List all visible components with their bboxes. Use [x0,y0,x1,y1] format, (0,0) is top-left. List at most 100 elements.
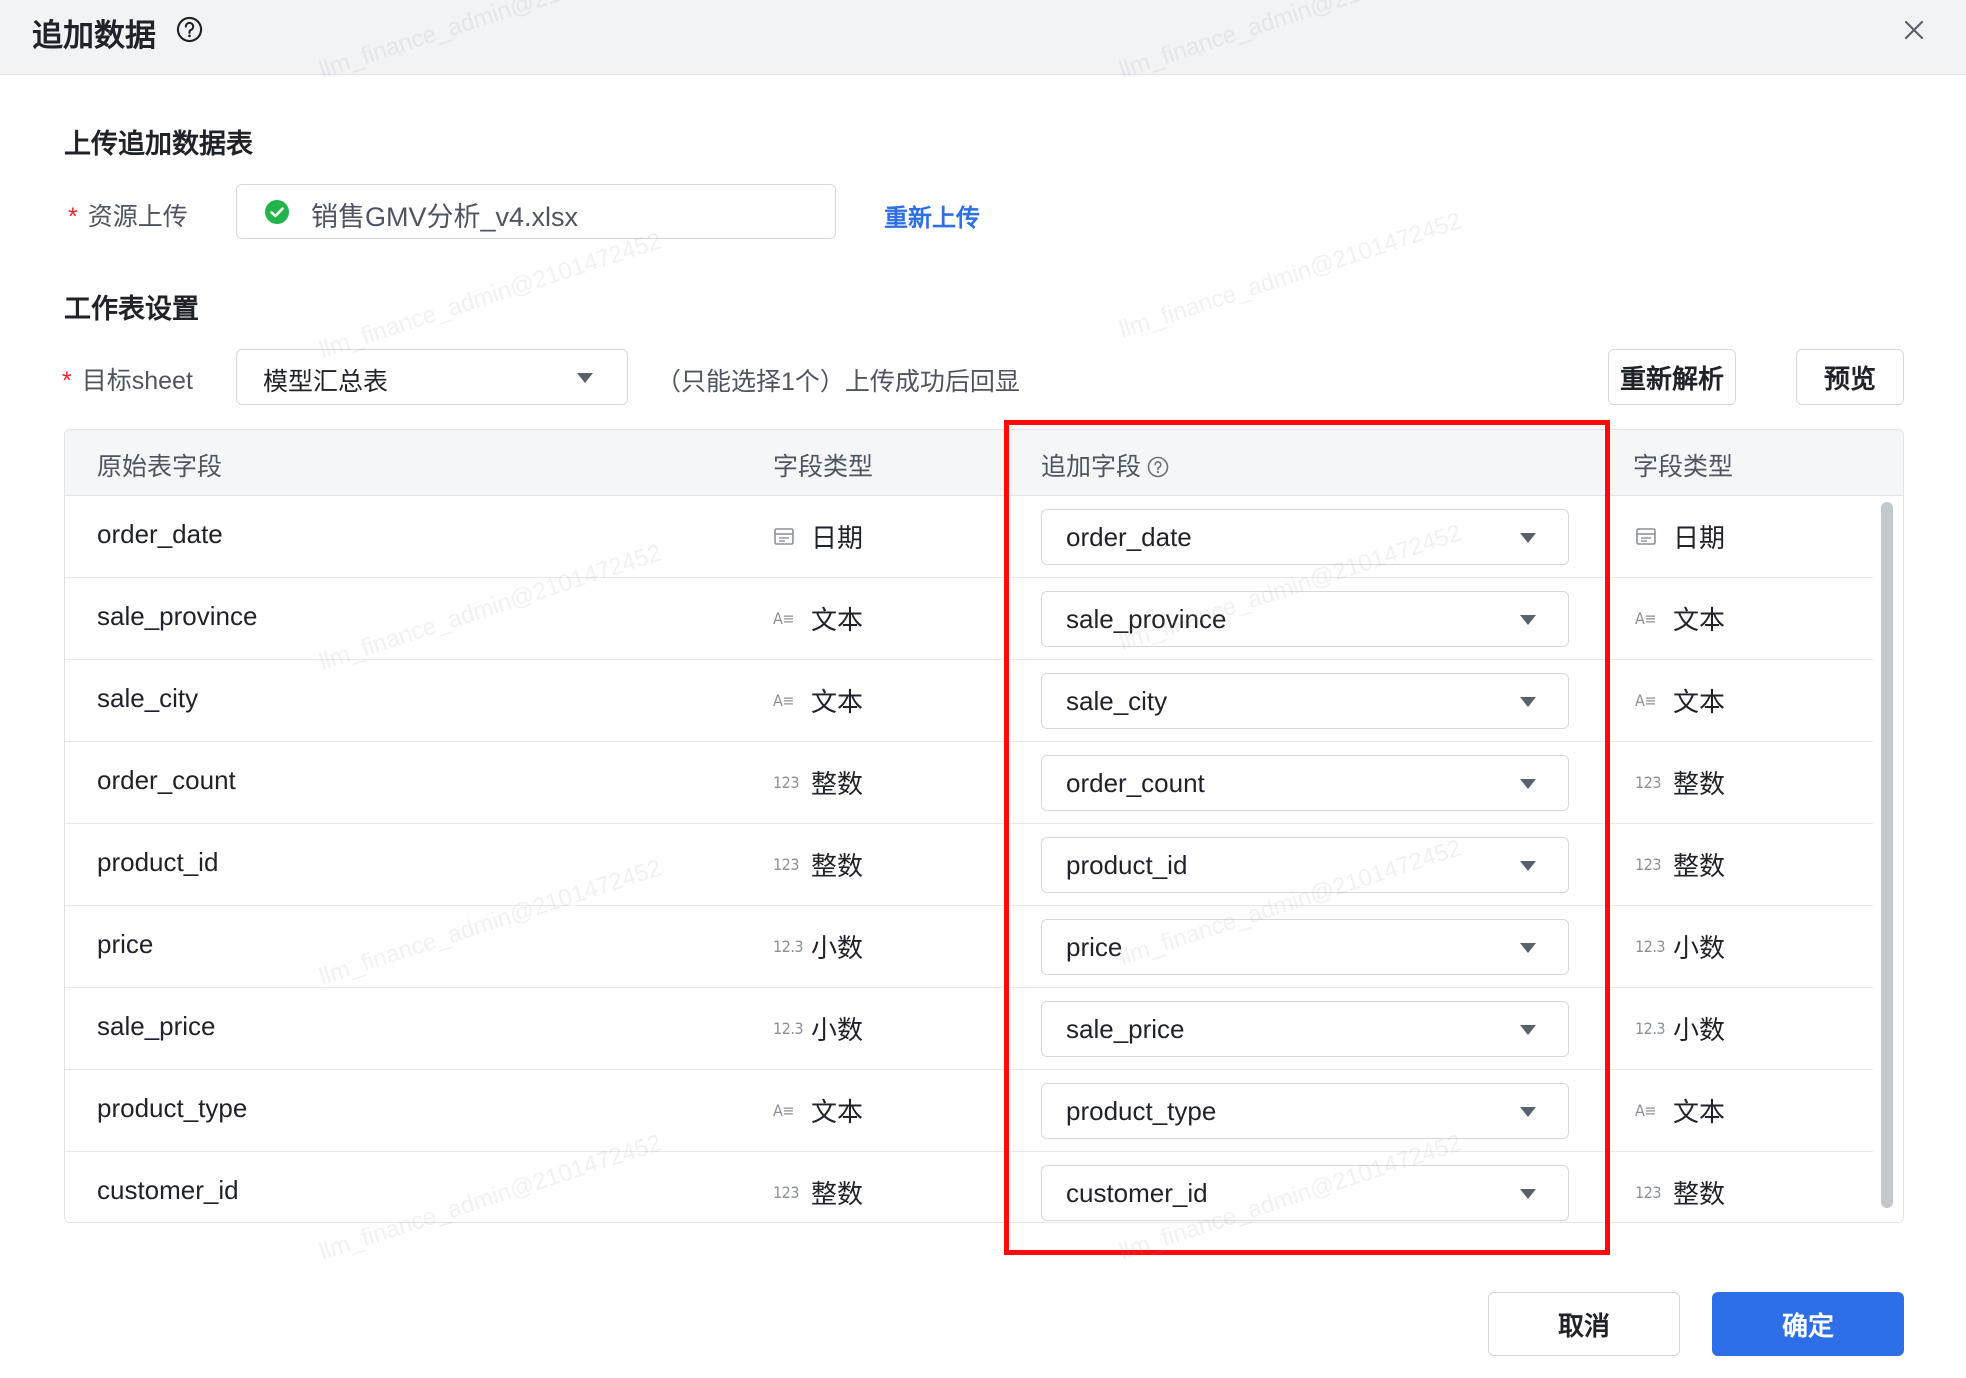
integer-type-icon: 123 [1635,1182,1661,1202]
source-field-type: 12.3 小数 [773,929,863,963]
append-field-select[interactable]: sale_province [1041,591,1569,647]
append-field-select[interactable]: order_date [1041,509,1569,565]
type-label: 整数 [1673,850,1726,881]
watermark-text: llm_finance_admin@2101472452 [316,227,665,364]
close-icon[interactable] [1902,18,1926,42]
reparse-button[interactable]: 重新解析 [1608,349,1736,405]
append-field-value: sale_province [1066,604,1227,634]
table-row: order_date 日期 order_date 日期 [65,496,1873,578]
type-label: 整数 [811,768,864,799]
text-type-icon: A≡ [1635,1100,1656,1120]
target-sheet-select[interactable]: 模型汇总表 [236,349,628,405]
table-row: sale_city A≡ 文本 sale_city A≡ 文本 [65,660,1873,742]
source-field-name: order_date [97,519,223,549]
source-field-type: 12.3 小数 [773,1011,863,1045]
decimal-type-icon: 12.3 [1635,936,1666,956]
source-field-name: customer_id [97,1175,239,1205]
append-field-type: 123 整数 [1635,1175,1725,1209]
type-label: 小数 [1673,1014,1726,1045]
file-name: 销售GMV分析_v4.xlsx [311,202,579,232]
reupload-link[interactable]: 重新上传 [884,198,980,233]
decimal-type-icon: 12.3 [773,936,804,956]
calendar-icon [773,526,801,546]
append-field-type: 12.3 小数 [1635,1011,1725,1045]
source-field-name: price [97,929,154,959]
append-field-type: 123 整数 [1635,765,1725,799]
append-field-value: product_type [1066,1096,1217,1126]
header-source-field: 原始表字段 [97,453,223,481]
help-icon[interactable] [176,16,203,43]
help-icon[interactable] [1147,456,1169,478]
text-type-icon: A≡ [773,608,794,628]
decimal-type-icon: 12.3 [1635,1018,1666,1038]
append-field-select[interactable]: customer_id [1041,1165,1569,1221]
source-field-type: 123 整数 [773,765,863,799]
dialog-header: 追加数据 [0,0,1966,75]
resource-upload-label: * 资源上传 [68,203,188,231]
source-field-name: product_type [97,1093,248,1123]
append-field-value: product_id [1066,850,1188,880]
source-field-name: order_count [97,765,236,795]
append-field-value: price [1066,932,1123,962]
header-source-type: 字段类型 [773,453,874,481]
append-field-type: 日期 [1635,519,1725,553]
append-field-select[interactable]: product_id [1041,837,1569,893]
type-label: 小数 [1673,932,1726,963]
table-row: order_count 123 整数 order_count 123 整数 [65,742,1873,824]
append-field-type: A≡ 文本 [1635,1093,1725,1127]
text-type-icon: A≡ [1635,690,1656,710]
append-field-select[interactable]: sale_city [1041,673,1569,729]
uploaded-file-field: 销售GMV分析_v4.xlsx [236,184,836,239]
table-row: sale_price 12.3 小数 sale_price 12.3 小数 [65,988,1873,1070]
text-type-icon: A≡ [773,1100,794,1120]
preview-button[interactable]: 预览 [1796,349,1904,405]
type-label: 整数 [1673,768,1726,799]
type-label: 文本 [1673,1096,1726,1127]
table-row: customer_id 123 整数 customer_id 123 整数 [65,1152,1873,1222]
table-row: product_id 123 整数 product_id 123 整数 [65,824,1873,906]
append-field-value: sale_city [1066,686,1168,716]
field-mapping-table: 原始表字段 字段类型 追加字段 字段类型 order_date 日期 order_d… [64,429,1904,1223]
append-field-value: order_count [1066,768,1205,798]
append-field-select[interactable]: product_type [1041,1083,1569,1139]
type-label: 小数 [811,1014,864,1045]
text-type-icon: A≡ [1635,608,1656,628]
chevron-down-icon [1520,533,1536,543]
integer-type-icon: 123 [773,1182,799,1202]
type-label: 文本 [811,604,864,635]
chevron-down-icon [577,373,593,383]
append-field-select[interactable]: sale_price [1041,1001,1569,1057]
header-append-field: 追加字段 [1041,447,1169,483]
cancel-button[interactable]: 取消 [1488,1292,1680,1356]
integer-type-icon: 123 [773,772,799,792]
source-field-type: 123 整数 [773,847,863,881]
check-circle-icon [265,200,289,224]
source-field-type: 日期 [773,519,863,553]
append-field-select[interactable]: order_count [1041,755,1569,811]
append-field-select[interactable]: price [1041,919,1569,975]
chevron-down-icon [1520,1189,1536,1199]
decimal-type-icon: 12.3 [773,1018,804,1038]
chevron-down-icon [1520,943,1536,953]
append-field-value: customer_id [1066,1178,1208,1208]
append-field-type: A≡ 文本 [1635,601,1725,635]
type-label: 日期 [811,522,864,553]
append-field-type: A≡ 文本 [1635,683,1725,717]
type-label: 文本 [811,1096,864,1127]
append-field-value: sale_price [1066,1014,1185,1044]
chevron-down-icon [1520,861,1536,871]
source-field-name: sale_province [97,601,258,631]
watermark-text: llm_finance_admin@2101472452 [1116,207,1465,344]
text-type-icon: A≡ [773,690,794,710]
target-sheet-label: * 目标sheet [62,367,193,395]
confirm-button[interactable]: 确定 [1712,1292,1904,1356]
sheet-section-title: 工作表设置 [64,294,199,324]
header-append-type: 字段类型 [1633,453,1734,481]
table-header: 原始表字段 字段类型 追加字段 字段类型 [65,430,1903,496]
append-field-value: order_date [1066,522,1192,552]
table-row: product_type A≡ 文本 product_type A≡ 文本 [65,1070,1873,1152]
table-scrollbar[interactable] [1881,502,1893,1208]
source-field-type: A≡ 文本 [773,1093,863,1127]
chevron-down-icon [1520,615,1536,625]
required-mark: * [62,367,72,395]
